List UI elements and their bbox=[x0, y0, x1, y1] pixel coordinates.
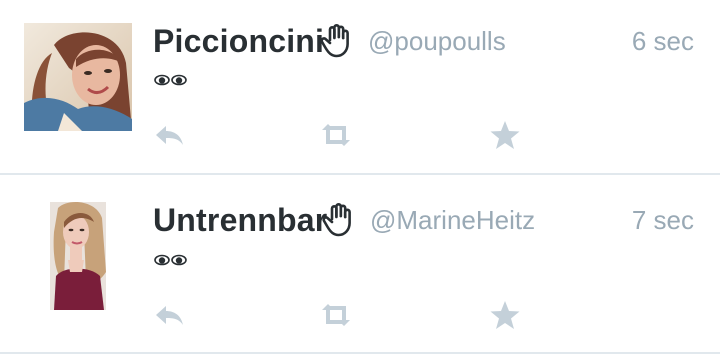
reply-icon[interactable] bbox=[152, 298, 186, 332]
tweet-text bbox=[154, 252, 188, 268]
avatar[interactable] bbox=[24, 23, 132, 131]
tweet-item[interactable]: Untrennbar @MarineHeitz 7 sec bbox=[0, 180, 720, 360]
user-handle[interactable]: @poupoulls bbox=[368, 21, 506, 61]
eyes-emoji-icon bbox=[154, 74, 187, 86]
favorite-icon[interactable] bbox=[488, 118, 522, 152]
tweet-item[interactable]: Piccioncini @poupoulls 6 sec bbox=[0, 0, 720, 180]
timeline: Piccioncini @poupoulls 6 sec Untrennbar … bbox=[0, 0, 720, 360]
user-handle[interactable]: @MarineHeitz bbox=[370, 200, 535, 240]
raised-hand-icon bbox=[320, 24, 349, 58]
reply-icon[interactable] bbox=[152, 118, 186, 152]
display-name[interactable]: Piccioncini bbox=[153, 21, 324, 61]
tweet-text bbox=[154, 72, 188, 88]
display-name[interactable]: Untrennbar bbox=[153, 200, 327, 240]
favorite-icon[interactable] bbox=[488, 298, 522, 332]
timestamp[interactable]: 7 sec bbox=[632, 200, 694, 240]
raised-hand-icon bbox=[322, 203, 351, 237]
tweet-divider bbox=[0, 352, 720, 354]
eyes-emoji-icon bbox=[154, 254, 187, 266]
timestamp[interactable]: 6 sec bbox=[632, 21, 694, 61]
tweet-divider bbox=[0, 173, 720, 175]
retweet-icon[interactable] bbox=[319, 298, 353, 332]
avatar[interactable] bbox=[24, 202, 132, 310]
retweet-icon[interactable] bbox=[319, 118, 353, 152]
